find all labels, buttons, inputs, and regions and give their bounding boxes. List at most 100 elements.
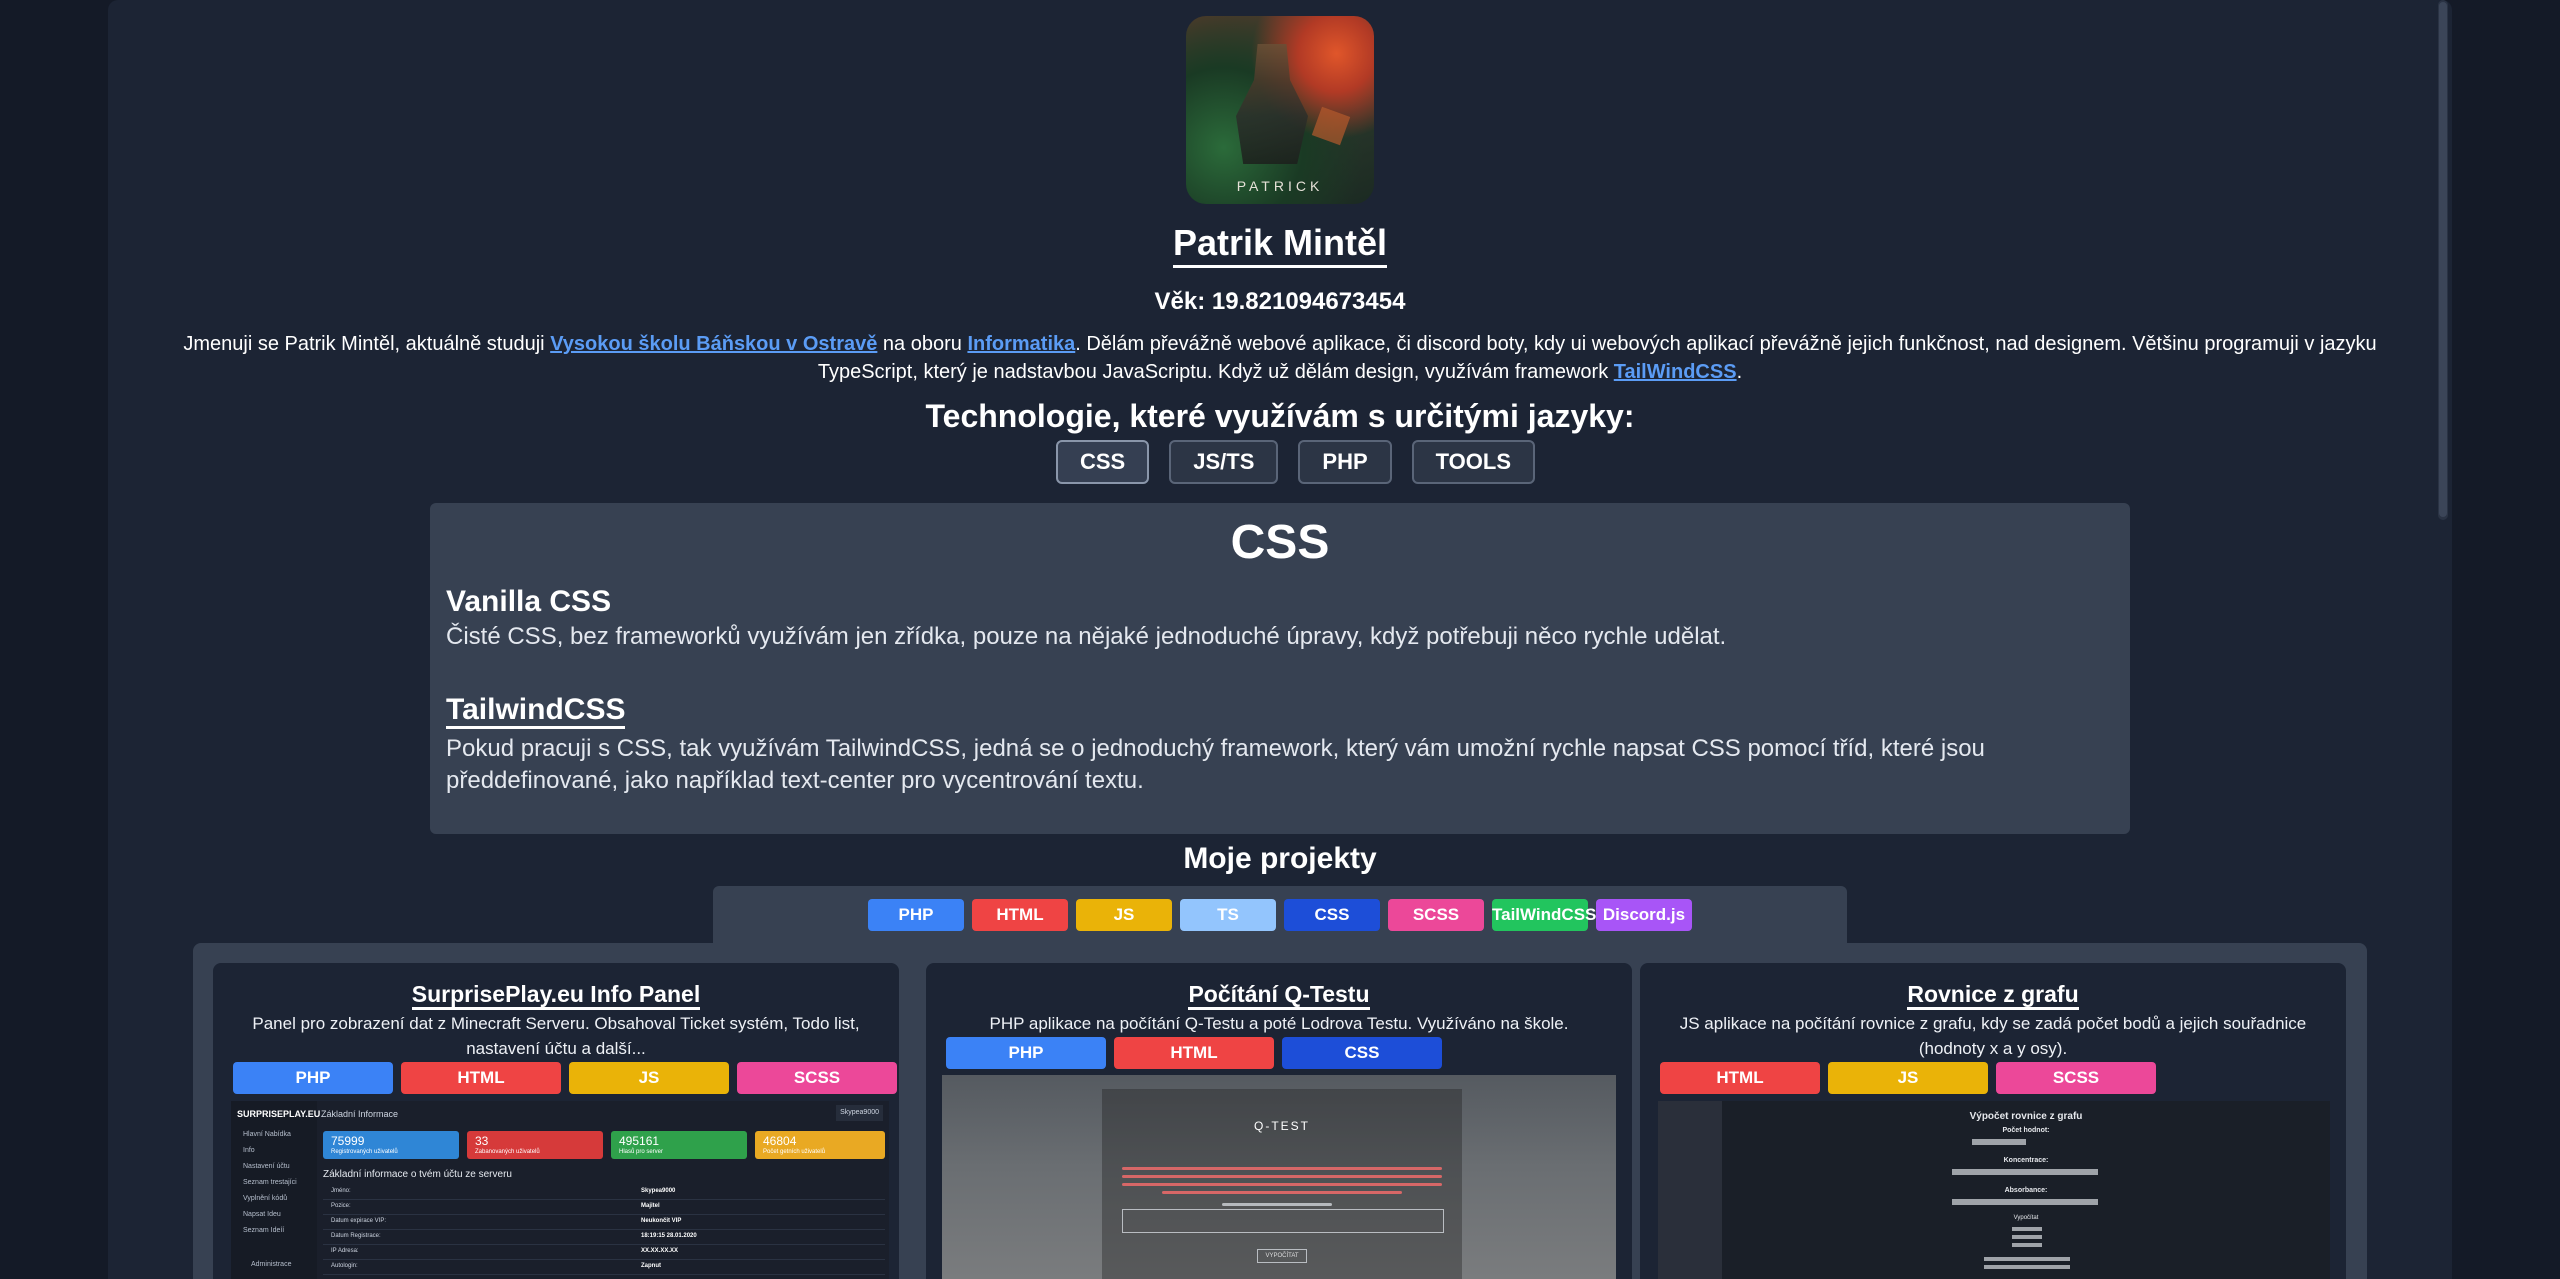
project-tags: HTML JS SCSS <box>1660 1062 2156 1094</box>
preview-stat: 46804 Počet getních uživatelů <box>755 1131 885 1159</box>
filter-scss[interactable]: SCSS <box>1388 899 1484 931</box>
age-text: Věk: 19.821094673454 <box>1154 288 1406 315</box>
project-preview-image: SURPRISEPLAY.EU Hlavní Nabídka Info Nast… <box>231 1101 889 1279</box>
technology-tabs: CSS JS/TS PHP TOOLS <box>1056 440 1536 484</box>
preview-header: Základní Informace <box>321 1109 399 1119</box>
tab-tools[interactable]: TOOLS <box>1411 440 1536 484</box>
bio-paragraph: Jmenuji se Patrik Mintěl, aktuálně studu… <box>140 330 2420 386</box>
tailwind-css-text: Pokud pracuji s CSS, tak využívám Tailwi… <box>446 735 1985 794</box>
preview-menu-item: Seznam Ideíí <box>243 1227 285 1234</box>
preview-menu-item: Administrace <box>251 1261 292 1268</box>
project-preview-image: Q-TEST VYPOČÍTAT <box>942 1075 1616 1279</box>
preview-brand: SURPRISEPLAY.EU <box>237 1109 321 1119</box>
project-preview-image: Výpočet rovnice z grafu Počet hodnot: Ko… <box>1658 1101 2330 1279</box>
avatar-name-text: PATRICK <box>1236 178 1324 194</box>
filter-js[interactable]: JS <box>1076 899 1172 931</box>
project-tag: HTML <box>401 1062 561 1094</box>
vanilla-css-text: Čisté CSS, bez frameworků využívám jen z… <box>446 623 1727 650</box>
preview-title: Q-TEST <box>1254 1119 1310 1133</box>
project-card-rovnice[interactable]: Rovnice z grafu JS aplikace na počítání … <box>1640 963 2346 1279</box>
avatar-figure <box>1236 44 1308 164</box>
tailwind-css-title: TailwindCSS <box>446 693 626 729</box>
project-tag: SCSS <box>1996 1062 2156 1094</box>
preview-label: Počet hodnot: <box>2002 1127 2050 1134</box>
preview-stat: 75999 Registrovaných uživatelů <box>323 1131 459 1159</box>
preview-row: Jméno: Skypea9000 <box>323 1185 885 1200</box>
preview-label: Absorbance: <box>2004 1187 2048 1194</box>
preview-title: Výpočet rovnice z grafu <box>1969 1111 2083 1122</box>
project-card-surpriseplay[interactable]: SurprisePlay.eu Info Panel Panel pro zob… <box>213 963 899 1279</box>
project-tag: HTML <box>1114 1037 1274 1069</box>
project-tags: PHP HTML CSS <box>946 1037 1442 1069</box>
project-filters: PHP HTML JS TS CSS SCSS TailWindCSS Disc… <box>868 899 1692 931</box>
technologies-heading: Technologie, které využívám s určitými j… <box>925 398 1635 434</box>
preview-input <box>1972 1139 2026 1145</box>
project-tag: JS <box>569 1062 729 1094</box>
avatar-decoration <box>1311 106 1351 146</box>
preview-text-line <box>1162 1191 1402 1194</box>
preview-body: Výpočet rovnice z grafu Počet hodnot: Ko… <box>1722 1101 2330 1279</box>
preview-menu-item: Hlavní Nabídka <box>243 1131 291 1138</box>
preview-sidebar <box>231 1101 317 1279</box>
project-tag: PHP <box>233 1062 393 1094</box>
tab-css[interactable]: CSS <box>1056 440 1150 484</box>
project-title-text: SurprisePlay.eu Info Panel <box>411 981 701 1010</box>
project-title: Rovnice z grafu <box>1640 981 2346 1010</box>
filter-html[interactable]: HTML <box>972 899 1068 931</box>
preview-text-line <box>1122 1175 1442 1178</box>
tailwind-link[interactable]: TailWindCSS <box>1614 361 1737 383</box>
project-tag: SCSS <box>737 1062 897 1094</box>
preview-menu-item: Seznam trestajíci <box>243 1179 297 1186</box>
technology-panel: CSS Vanilla CSS Čisté CSS, bez framework… <box>430 503 2130 834</box>
preview-result-line <box>2012 1235 2042 1239</box>
tailwind-css-title-text: TailwindCSS <box>446 693 626 729</box>
preview-result-line <box>2012 1227 2042 1231</box>
filter-php[interactable]: PHP <box>868 899 964 931</box>
project-description: PHP aplikace na počítání Q-Testu a poté … <box>989 1014 1569 1033</box>
project-title-text: Počítání Q-Testu <box>1188 981 1370 1010</box>
filter-ts[interactable]: TS <box>1180 899 1276 931</box>
tab-js-ts[interactable]: JS/TS <box>1169 440 1279 484</box>
project-tag: PHP <box>946 1037 1106 1069</box>
project-tag: CSS <box>1282 1037 1442 1069</box>
preview-result-line <box>2012 1243 2042 1247</box>
preview-row: Autologin: Zapnut <box>323 1260 885 1275</box>
tab-php[interactable]: PHP <box>1298 440 1392 484</box>
preview-menu-item: Nastavení účtu <box>243 1163 290 1170</box>
preview-menu-item: Info <box>243 1147 255 1154</box>
page-title-text: Patrik Mintěl <box>1172 222 1388 268</box>
preview-section-title: Základní informace o tvém účtu ze server… <box>323 1169 512 1180</box>
preview-stat: 33 Zabanovaných uživatelů <box>467 1131 603 1159</box>
project-tag: HTML <box>1660 1062 1820 1094</box>
bio-text-mid: na oboru <box>877 333 968 355</box>
project-card-qtest[interactable]: Počítání Q-Testu PHP aplikace na počítán… <box>926 963 1632 1279</box>
preview-user: Skypea9000 <box>836 1105 883 1121</box>
vanilla-css-title: Vanilla CSS <box>446 585 612 618</box>
preview-text-line <box>1122 1183 1442 1186</box>
filter-css[interactable]: CSS <box>1284 899 1380 931</box>
filter-discordjs[interactable]: Discord.js <box>1596 899 1692 931</box>
preview-form: Q-TEST VYPOČÍTAT <box>1102 1089 1462 1279</box>
school-link[interactable]: Vysokou školu Báňskou v Ostravě <box>550 333 877 355</box>
preview-input <box>1952 1199 2098 1205</box>
preview-label: Koncentrace: <box>2003 1157 2049 1164</box>
project-title: SurprisePlay.eu Info Panel <box>213 981 899 1010</box>
preview-stat: 495161 Hlasů pro server <box>611 1131 747 1159</box>
projects-heading: Moje projekty <box>1183 842 1377 875</box>
preview-row: IP Adresa: XX.XX.XX.XX <box>323 1245 885 1260</box>
preview-menu-item: Vyplnění kódů <box>243 1195 288 1202</box>
project-tag: JS <box>1828 1062 1988 1094</box>
bio-text-end: . <box>1736 361 1743 383</box>
preview-menu-item: Napsat Ideu <box>243 1211 281 1218</box>
preview-input <box>1952 1169 2098 1175</box>
preview-button: VYPOČÍTAT <box>1257 1249 1307 1263</box>
project-tags: PHP HTML JS SCSS <box>233 1062 897 1094</box>
preview-row: Datum expirace VIP: Neukončit VIP <box>323 1215 885 1230</box>
preview-button: Vypočítat <box>2013 1215 2039 1221</box>
filter-tailwindcss[interactable]: TailWindCSS <box>1492 899 1596 931</box>
preview-result-line <box>1984 1257 2070 1261</box>
field-link[interactable]: Informatika <box>967 333 1075 355</box>
bio-text-prefix: Jmenuji se Patrik Mintěl, aktuálně studu… <box>183 333 551 355</box>
preview-text-line <box>1122 1167 1442 1170</box>
preview-input <box>1122 1209 1444 1233</box>
